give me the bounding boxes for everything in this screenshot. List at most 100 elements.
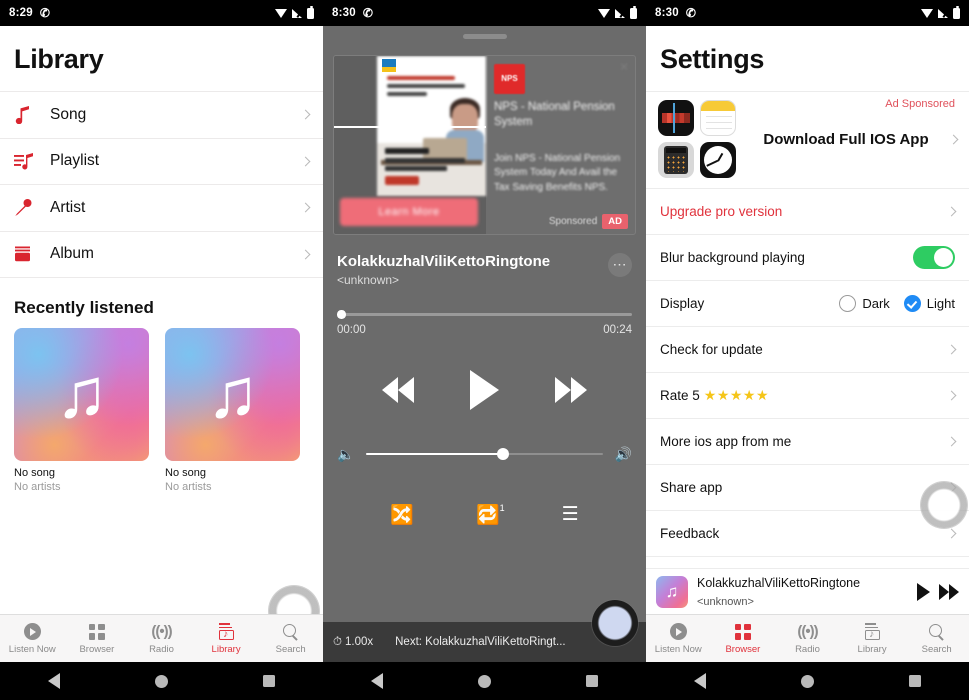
album-icon xyxy=(14,245,42,263)
tab-browser[interactable]: Browser xyxy=(711,622,776,655)
playback-speed-label: 1.00x xyxy=(344,636,374,648)
touch-indicator xyxy=(592,600,638,646)
status-time: 8:30 xyxy=(332,7,356,19)
playlist-note-icon: ♫ xyxy=(656,575,688,608)
ad-cta-button[interactable]: Learn More xyxy=(340,198,478,226)
volume-low-icon[interactable]: 🔈 xyxy=(337,446,354,463)
playback-speed-button[interactable]: ⏱ 1.00x xyxy=(333,636,373,649)
settings-screen: 8:30 ✆ Settings Ad Sponsored Download Fu… xyxy=(646,0,969,700)
library-row-album[interactable]: Album xyxy=(0,232,323,278)
setting-label: More ios app from me xyxy=(660,434,792,449)
library-row-artist[interactable]: Artist xyxy=(0,185,323,232)
setting-check-update[interactable]: Check for update xyxy=(646,327,969,373)
library-row-playlist[interactable]: Playlist xyxy=(0,139,323,185)
repeat-one-icon[interactable]: 🔁 1 xyxy=(476,503,505,527)
track-title: KolakkuzhalViliKettoRingtone xyxy=(337,253,551,270)
library-row-label: Playlist xyxy=(50,152,100,170)
chevron-right-icon xyxy=(946,390,957,401)
page-title: Library xyxy=(14,44,104,74)
setting-label: Feedback xyxy=(660,526,720,541)
fast-forward-icon[interactable] xyxy=(939,583,959,600)
tab-search[interactable]: Search xyxy=(904,622,969,655)
setting-upgrade-pro[interactable]: Upgrade pro version xyxy=(646,189,969,235)
advertisement-banner[interactable]: Learn More ✕ NPS NPS - National Pension … xyxy=(333,55,636,235)
promo-title: Download Full IOS App xyxy=(763,130,929,148)
volume-knob[interactable] xyxy=(497,447,510,460)
tab-label: Radio xyxy=(795,644,820,655)
setting-more-apps[interactable]: More ios app from me xyxy=(646,419,969,465)
queue-list-icon[interactable]: ☰ xyxy=(562,503,579,526)
library-row-song[interactable]: Song xyxy=(0,92,323,139)
clock-icon xyxy=(700,142,736,178)
playback-speed-icon: ⏱ xyxy=(333,635,342,648)
track-artist: <unknown> xyxy=(337,273,400,287)
search-icon xyxy=(283,622,298,641)
library-row-label: Song xyxy=(50,105,87,123)
list-item[interactable]: ♫ No song No artists xyxy=(14,328,149,493)
radio-dark[interactable]: Dark xyxy=(839,295,890,312)
system-nav-bar xyxy=(646,662,969,700)
battery-icon xyxy=(307,5,314,19)
tab-label: Library xyxy=(211,644,241,655)
setting-feedback[interactable]: Feedback xyxy=(646,511,969,557)
blur-background-toggle[interactable] xyxy=(913,246,955,269)
back-icon[interactable] xyxy=(370,673,383,689)
tab-label: Radio xyxy=(149,644,174,655)
volume-slider[interactable] xyxy=(366,447,603,460)
app-icon-grid xyxy=(658,100,736,178)
grid-icon xyxy=(88,622,105,641)
wifi-icon xyxy=(598,8,611,18)
radio-label: Light xyxy=(926,296,955,311)
card-subtitle: No artists xyxy=(165,481,212,493)
calculator-icon xyxy=(658,142,694,178)
signal-icon xyxy=(938,8,949,18)
back-icon[interactable] xyxy=(693,673,706,689)
tab-radio[interactable]: ((•)) Radio xyxy=(129,622,194,655)
seek-knob[interactable] xyxy=(337,310,346,319)
library-list: Song Playlist Artist Album xyxy=(0,91,323,278)
tab-library[interactable]: Library xyxy=(194,622,259,655)
duration-time: 00:24 xyxy=(603,323,632,336)
recents-icon[interactable] xyxy=(909,675,922,687)
chevron-right-icon xyxy=(946,436,957,447)
list-item[interactable]: ♫ No song No artists xyxy=(165,328,300,493)
radio-light[interactable]: Light xyxy=(903,295,955,312)
playlist-icon xyxy=(14,152,42,171)
mini-track-title: KolakkuzhalViliKettoRingtone xyxy=(697,575,861,590)
tab-search[interactable]: Search xyxy=(258,622,323,655)
more-options-icon[interactable]: ⋯ xyxy=(608,253,632,277)
close-icon[interactable]: ✕ xyxy=(619,60,629,74)
home-icon[interactable] xyxy=(800,674,814,688)
tab-label: Search xyxy=(921,644,952,655)
home-icon[interactable] xyxy=(477,674,491,688)
status-bar: 8:30 ✆ xyxy=(646,0,969,26)
signal-icon xyxy=(615,8,626,18)
chevron-right-icon xyxy=(300,109,311,120)
play-icon[interactable] xyxy=(470,369,499,410)
volume-high-icon[interactable]: 🔊 xyxy=(615,446,632,463)
tab-radio[interactable]: ((•)) Radio xyxy=(775,622,840,655)
back-icon[interactable] xyxy=(47,673,60,689)
recents-icon[interactable] xyxy=(263,675,276,687)
recents-icon[interactable] xyxy=(586,675,599,687)
setting-blur-background[interactable]: Blur background playing xyxy=(646,235,969,281)
mini-player[interactable]: ♫ KolakkuzhalViliKettoRingtone <unknown> xyxy=(646,568,969,614)
tab-browser[interactable]: Browser xyxy=(65,622,130,655)
rewind-icon[interactable] xyxy=(382,376,414,403)
next-track-label: Next: KolakkuzhalViliKettoRingt... xyxy=(395,636,566,648)
play-icon[interactable] xyxy=(917,582,930,601)
sheet-drag-handle[interactable] xyxy=(462,34,507,39)
seek-slider[interactable] xyxy=(337,310,632,319)
fast-forward-icon[interactable] xyxy=(555,376,587,403)
library-icon xyxy=(864,622,880,641)
tab-listen-now[interactable]: Listen Now xyxy=(646,622,711,655)
screenshot-root: 8:29 ✆ Library Song Playlist Artist Albu… xyxy=(0,0,969,700)
tab-listen-now[interactable]: Listen Now xyxy=(0,622,65,655)
tab-library[interactable]: Library xyxy=(840,622,905,655)
tab-label: Library xyxy=(857,644,887,655)
home-icon[interactable] xyxy=(154,674,168,688)
ios-app-promo[interactable]: Ad Sponsored Download Full IOS App xyxy=(646,91,969,189)
shuffle-icon[interactable]: 🔀 xyxy=(390,503,414,527)
ad-corner-logo xyxy=(382,59,396,72)
setting-rate[interactable]: Rate 5 ★★★★★ xyxy=(646,373,969,419)
